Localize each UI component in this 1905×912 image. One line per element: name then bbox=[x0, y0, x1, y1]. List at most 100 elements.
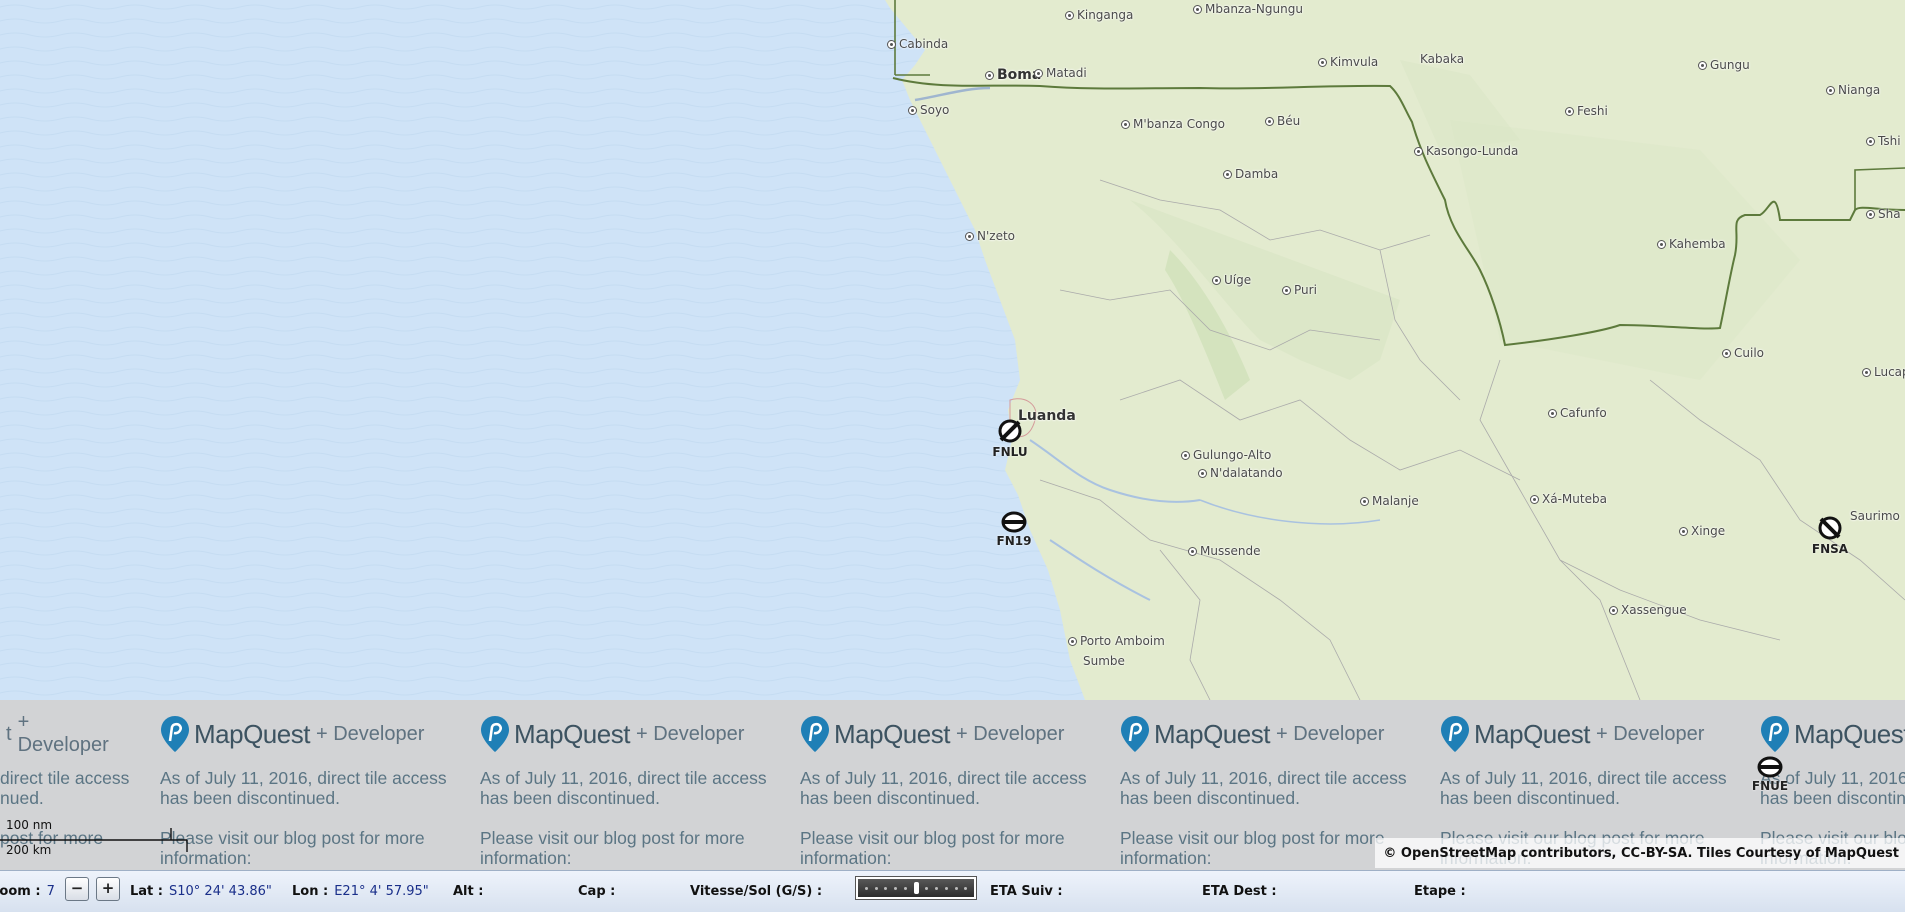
map-city-label: Gulungo-Alto bbox=[1181, 449, 1271, 461]
airport-marker[interactable]: FN19 bbox=[984, 511, 1044, 548]
airport-marker[interactable]: FNSA bbox=[1800, 515, 1860, 556]
step-readout: Etape : bbox=[1414, 884, 1466, 899]
map-city-label: Matadi bbox=[1034, 67, 1087, 79]
map-city-label: Kabaka bbox=[1420, 52, 1465, 66]
map-city-label: Cuilo bbox=[1722, 347, 1764, 359]
tile-suffix: + Developer bbox=[635, 722, 745, 745]
zoom-out-button[interactable]: − bbox=[65, 877, 89, 901]
map-city-label: Kimvula bbox=[1318, 56, 1378, 68]
airport-code: FNUE bbox=[1751, 779, 1789, 793]
map-city-label: Mussende bbox=[1188, 545, 1260, 557]
map-city-label: Boma bbox=[985, 68, 1041, 82]
map-city-label: Tshi bbox=[1866, 135, 1901, 147]
tile-blog: Please visit our blog post for more info… bbox=[480, 828, 745, 868]
map-city-label: Porto Amboim bbox=[1068, 635, 1165, 647]
map-city-label: Kinganga bbox=[1065, 9, 1133, 21]
zoom-label: Zoom : bbox=[0, 884, 41, 899]
status-bar: Zoom : 7 − + Lat : S10° 24' 43.86" Lon : E2… bbox=[0, 870, 1905, 912]
map-basemap bbox=[0, 0, 1905, 700]
eta-next-readout: ETA Suiv : bbox=[990, 884, 1063, 899]
airport-marker[interactable]: FNUE bbox=[1740, 756, 1800, 793]
mapquest-logo: MapQuest + Developer bbox=[1440, 714, 1704, 754]
mapquest-pin-icon bbox=[1761, 716, 1789, 752]
tile-message: As of July 11, 2016, direct tile access … bbox=[480, 768, 767, 808]
map-scale: 100 nm 200 km bbox=[0, 816, 200, 857]
tile-message: As of July 11, 2016, direct tile access … bbox=[1120, 768, 1407, 808]
mapquest-logo: MapQuest + Developer bbox=[1120, 714, 1384, 754]
tile-blog: Please visit our blog post for more info… bbox=[800, 828, 1065, 868]
tile-brand: MapQuest bbox=[1794, 718, 1905, 749]
tile-brand: MapQuest bbox=[194, 718, 310, 749]
map-city-label: Feshi bbox=[1565, 105, 1608, 117]
longitude-readout: Lon : E21° 4' 57.95" bbox=[292, 884, 429, 899]
airport-icon bbox=[1001, 511, 1027, 533]
map-city-label: Soyo bbox=[908, 104, 949, 116]
airport-icon bbox=[998, 419, 1022, 443]
heading-readout: Cap : bbox=[578, 884, 615, 899]
map-city-label: Cafunfo bbox=[1548, 407, 1607, 419]
step-label: Etape : bbox=[1414, 884, 1466, 899]
mapquest-pin-icon bbox=[801, 716, 829, 752]
mapquest-logo: MapQuest + Developer bbox=[480, 714, 744, 754]
tile-message: As of July 11, 2016, direct tile access … bbox=[800, 768, 1087, 808]
mapquest-pin-icon bbox=[1121, 716, 1149, 752]
map-city-label: M'banza Congo bbox=[1121, 118, 1225, 130]
mapquest-pin-icon bbox=[161, 716, 189, 752]
tile-brand-partial: t bbox=[6, 722, 12, 745]
scale-bar bbox=[0, 828, 188, 852]
tile-brand: MapQuest bbox=[1474, 718, 1590, 749]
mapquest-tile: MapQuest + Developer As of July 11, 2016… bbox=[480, 700, 780, 870]
mapquest-logo: MapQuest + Developer bbox=[160, 714, 424, 754]
airport-code: FNLU bbox=[992, 445, 1028, 459]
lon-label: Lon : bbox=[292, 884, 329, 899]
map-city-label: Xá-Muteba bbox=[1530, 493, 1607, 505]
map-city-label: Gungu bbox=[1698, 59, 1750, 71]
zoom-value: 7 bbox=[46, 884, 55, 899]
speed-label: Vitesse/Sol (G/S) : bbox=[690, 884, 823, 899]
map-city-label: Damba bbox=[1223, 168, 1278, 180]
map-city-label: Uíge bbox=[1212, 274, 1251, 286]
map-city-label: Lucap bbox=[1862, 366, 1905, 378]
airport-icon bbox=[1818, 516, 1842, 540]
zoom-in-button[interactable]: + bbox=[96, 877, 120, 901]
map-city-label: Sha bbox=[1866, 208, 1901, 220]
mapquest-tile: MapQuest + Developer As of July 11, 2016… bbox=[800, 700, 1100, 870]
tile-brand: MapQuest bbox=[834, 718, 950, 749]
airport-marker[interactable]: FNLU bbox=[980, 418, 1040, 459]
map-city-label: Malanje bbox=[1360, 495, 1419, 507]
tile-suffix: + Developer bbox=[315, 722, 425, 745]
lat-value: S10° 24' 43.86" bbox=[169, 884, 272, 899]
airport-code: FNSA bbox=[1811, 542, 1849, 556]
map-city-label: Xassengue bbox=[1609, 604, 1687, 616]
map-attribution: © OpenStreetMap contributors, CC-BY-SA. … bbox=[1375, 838, 1905, 868]
map-city-label: Kahemba bbox=[1657, 238, 1726, 250]
eta-next-label: ETA Suiv : bbox=[990, 884, 1063, 899]
map-city-label: Mbanza-Ngungu bbox=[1193, 3, 1303, 15]
tile-blog: Please visit our blog post for more info… bbox=[160, 828, 425, 868]
tile-suffix: + Developer bbox=[1275, 722, 1385, 745]
tile-message-end: nued. bbox=[0, 788, 44, 808]
speed-slider[interactable] bbox=[855, 876, 977, 900]
tile-suffix: + Developer bbox=[17, 711, 109, 756]
zoom-readout: Zoom : 7 bbox=[0, 884, 55, 899]
tile-message: As of July 11, 2016, direct tile access … bbox=[160, 768, 447, 808]
mapquest-tile: MapQuest + Developer As of July 11, 2016… bbox=[160, 700, 460, 870]
map-city-label: Cabinda bbox=[887, 38, 948, 50]
mapquest-logo: MapQuest bbox=[1760, 714, 1905, 754]
eta-dest-readout: ETA Dest : bbox=[1202, 884, 1277, 899]
mapquest-logo: MapQuest + Developer bbox=[800, 714, 1064, 754]
mapquest-pin-icon bbox=[1441, 716, 1469, 752]
map-city-label: N'dalatando bbox=[1198, 467, 1283, 479]
map-city-label: Kasongo-Lunda bbox=[1414, 145, 1518, 157]
eta-dest-label: ETA Dest : bbox=[1202, 884, 1277, 899]
altitude-readout: Alt : bbox=[453, 884, 483, 899]
map-city-label: Sumbe bbox=[1083, 654, 1125, 668]
alt-label: Alt : bbox=[453, 884, 484, 899]
tile-message: As of July 11, 2016, direct tile access … bbox=[1440, 768, 1727, 808]
airport-code: FN19 bbox=[996, 534, 1032, 548]
map-city-label: Xinge bbox=[1679, 525, 1725, 537]
speed-slider-knob[interactable] bbox=[913, 882, 919, 894]
map-city-label: Béu bbox=[1265, 115, 1300, 127]
attribution-text: © OpenStreetMap contributors, CC-BY-SA. … bbox=[1383, 845, 1899, 861]
lat-label: Lat : bbox=[130, 884, 163, 899]
